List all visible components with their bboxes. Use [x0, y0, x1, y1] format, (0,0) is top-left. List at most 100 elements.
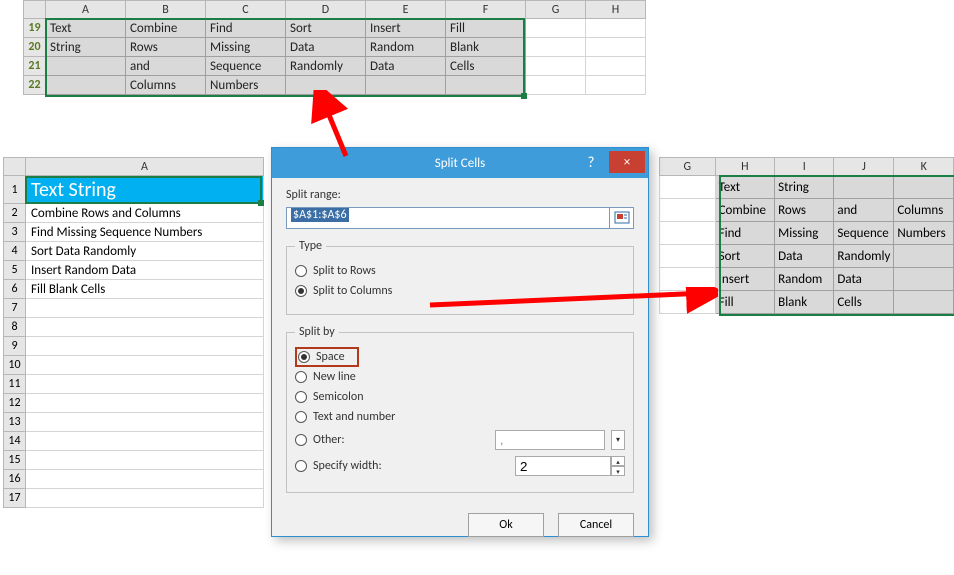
width-spin-down[interactable]: ▾ [611, 466, 625, 476]
col-header[interactable]: C [206, 1, 286, 19]
cell[interactable] [26, 356, 264, 375]
cell[interactable]: Rows [126, 38, 206, 57]
cell[interactable]: Columns [894, 199, 954, 222]
cell[interactable]: String [46, 38, 126, 57]
row-header[interactable]: 5 [4, 261, 26, 280]
radio-space[interactable]: Space [298, 350, 345, 364]
cell[interactable] [526, 19, 586, 38]
close-button[interactable]: × [609, 151, 645, 173]
cancel-button[interactable]: Cancel [558, 513, 634, 537]
cell[interactable]: Insert [366, 19, 446, 38]
row-header[interactable]: 15 [4, 451, 26, 470]
dialog-titlebar[interactable]: Split Cells ? × [272, 148, 648, 178]
col-header[interactable]: H [586, 1, 646, 19]
col-header[interactable]: I [775, 158, 834, 176]
col-header[interactable]: A [26, 158, 264, 176]
cell[interactable] [26, 375, 264, 394]
cell[interactable]: and [126, 57, 206, 76]
cell[interactable]: Randomly [286, 57, 366, 76]
width-spin-up[interactable]: ▴ [611, 456, 625, 466]
cell[interactable]: Data [834, 268, 894, 291]
cell[interactable] [586, 76, 646, 95]
cell[interactable]: Random [366, 38, 446, 57]
cell[interactable]: Data [775, 245, 834, 268]
cell[interactable] [26, 413, 264, 432]
cell[interactable] [26, 432, 264, 451]
cell[interactable] [26, 470, 264, 489]
row-header[interactable]: 6 [4, 280, 26, 299]
cell[interactable] [46, 76, 126, 95]
row-header[interactable]: 3 [4, 223, 26, 242]
cell[interactable]: Fill [446, 19, 526, 38]
row-header[interactable]: 10 [4, 356, 26, 375]
cell[interactable]: Cells [834, 291, 894, 314]
cell[interactable] [26, 337, 264, 356]
cell[interactable]: Blank [775, 291, 834, 314]
col-header[interactable]: K [894, 158, 954, 176]
width-input[interactable] [515, 456, 611, 476]
cell[interactable]: Combine Rows and Columns [26, 204, 264, 223]
cell[interactable] [894, 268, 954, 291]
cell[interactable]: Missing [206, 38, 286, 57]
cell[interactable]: Find [206, 19, 286, 38]
row-header[interactable]: 12 [4, 394, 26, 413]
cell[interactable]: Find Missing Sequence Numbers [26, 223, 264, 242]
cell[interactable]: String [775, 176, 834, 199]
cell[interactable] [286, 76, 366, 95]
cell[interactable]: Text [715, 176, 775, 199]
cell[interactable]: Combine [126, 19, 206, 38]
col-header[interactable]: E [366, 1, 446, 19]
cell[interactable]: Sort [715, 245, 775, 268]
cell[interactable] [26, 394, 264, 413]
col-header[interactable]: F [446, 1, 526, 19]
cell[interactable] [26, 299, 264, 318]
other-dropdown[interactable]: ▾ [611, 430, 625, 450]
cell[interactable]: Combine [715, 199, 775, 222]
cell[interactable] [660, 222, 716, 245]
cell[interactable] [26, 489, 264, 508]
cell[interactable] [366, 76, 446, 95]
row-header[interactable]: 4 [4, 242, 26, 261]
cell[interactable]: Rows [775, 199, 834, 222]
row-header[interactable]: 8 [4, 318, 26, 337]
cell[interactable] [46, 57, 126, 76]
cell[interactable]: Fill [715, 291, 775, 314]
col-header[interactable]: J [834, 158, 894, 176]
range-picker-button[interactable] [610, 207, 634, 229]
col-header[interactable]: H [715, 158, 775, 176]
cell[interactable]: and [834, 199, 894, 222]
cell[interactable] [660, 268, 716, 291]
cell[interactable]: Numbers [206, 76, 286, 95]
row-header[interactable]: 14 [4, 432, 26, 451]
radio-other[interactable]: Other: ▾ [295, 430, 625, 450]
cell[interactable]: Text [46, 19, 126, 38]
row-header[interactable]: 16 [4, 470, 26, 489]
other-delim-input[interactable] [495, 430, 605, 450]
cell[interactable] [586, 19, 646, 38]
cell[interactable]: Insert [715, 268, 775, 291]
radio-semicolon[interactable]: Semicolon [295, 390, 625, 404]
row-header[interactable]: 7 [4, 299, 26, 318]
cell[interactable] [526, 57, 586, 76]
ok-button[interactable]: Ok [468, 513, 544, 537]
cell[interactable]: Insert Random Data [26, 261, 264, 280]
cell[interactable]: Sequence [206, 57, 286, 76]
cell[interactable]: Blank [446, 38, 526, 57]
row-header[interactable]: 9 [4, 337, 26, 356]
cell[interactable] [526, 38, 586, 57]
cell[interactable] [894, 291, 954, 314]
cell[interactable]: Sort Data Randomly [26, 242, 264, 261]
row-header[interactable]: 11 [4, 375, 26, 394]
cell[interactable] [660, 199, 716, 222]
cell[interactable]: Numbers [894, 222, 954, 245]
cell[interactable] [660, 245, 716, 268]
cell[interactable]: Data [366, 57, 446, 76]
cell[interactable] [894, 245, 954, 268]
cell[interactable] [834, 176, 894, 199]
cell[interactable]: Cells [446, 57, 526, 76]
cell[interactable] [660, 291, 716, 314]
cell[interactable]: Find [715, 222, 775, 245]
row-header[interactable]: 17 [4, 489, 26, 508]
cell[interactable]: Randomly [834, 245, 894, 268]
col-header[interactable]: B [126, 1, 206, 19]
